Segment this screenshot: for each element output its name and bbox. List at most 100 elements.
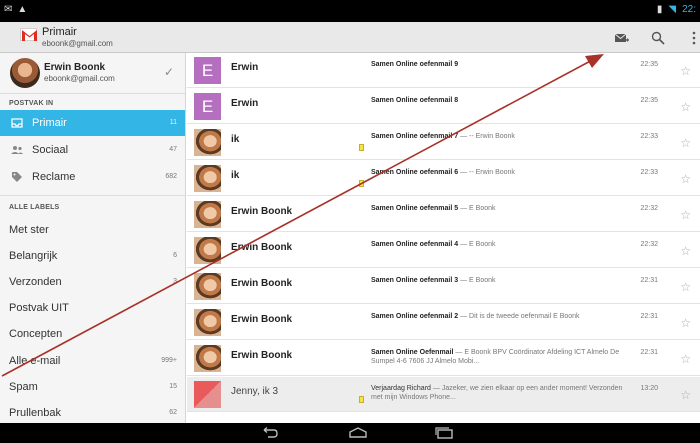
sidebar-item-concepten[interactable]: Concepten (0, 321, 185, 347)
divider (0, 93, 185, 94)
email-time: 22:31 (640, 313, 658, 320)
people-icon (10, 143, 24, 157)
email-row[interactable]: Erwin Boonk Samen Online oefenmail 5 — E… (187, 197, 700, 232)
avatar[interactable] (194, 345, 221, 372)
avatar[interactable]: E (194, 57, 221, 84)
email-subject: Samen Online oefenmail 3 — E Boonk (371, 277, 496, 284)
email-row[interactable]: ik Samen Online oefenmail 6 — -- Erwin B… (187, 161, 700, 196)
email-subject: Samen Online oefenmail 7 — -- Erwin Boon… (371, 133, 515, 140)
clock-text: 22: (682, 4, 696, 15)
email-row[interactable]: E Erwin Samen Online oefenmail 9 22:35 ☆ (187, 53, 700, 88)
account-email: eboonk@gmail.com (44, 74, 115, 83)
sidebar-item-met-ster[interactable]: Met ster (0, 217, 185, 243)
check-icon: ✓ (163, 65, 174, 79)
star-icon[interactable]: ☆ (680, 316, 691, 330)
sidebar-item-primair[interactable]: Primair 11 (0, 110, 185, 136)
email-list: E Erwin Samen Online oefenmail 9 22:35 ☆… (187, 53, 700, 423)
email-sender: Erwin Boonk (231, 206, 293, 217)
star-icon[interactable]: ☆ (680, 352, 691, 366)
star-icon[interactable]: ☆ (680, 388, 691, 402)
avatar[interactable] (194, 129, 221, 156)
divider (0, 195, 185, 196)
star-icon[interactable]: ☆ (680, 64, 691, 78)
email-sender: Erwin (231, 98, 259, 109)
email-subject: Samen Online oefenmail 2 — Dit is de twe… (371, 313, 580, 320)
email-row[interactable]: Erwin Boonk Samen Online oefenmail 3 — E… (187, 269, 700, 304)
email-time: 22:32 (640, 205, 658, 212)
action-bar: Primair eboonk@gmail.com (0, 22, 700, 53)
avatar[interactable] (194, 201, 221, 228)
email-subject: Samen Online oefenmail 8 (371, 97, 459, 104)
section-header-inbox: POSTVAK IN (9, 100, 54, 107)
email-time: 22:32 (640, 241, 658, 248)
account-row[interactable]: Erwin Boonk eboonk@gmail.com ✓ (0, 53, 185, 93)
inbox-icon (10, 116, 24, 130)
gmail-notification-icon: ✉ (4, 4, 13, 15)
important-marker-icon[interactable] (359, 396, 364, 403)
search-icon[interactable] (650, 30, 666, 46)
email-time: 22:31 (640, 277, 658, 284)
email-time: 22:33 (640, 133, 658, 140)
back-icon[interactable] (260, 426, 280, 443)
email-time: 22:35 (640, 61, 658, 68)
email-time: 22:33 (640, 169, 658, 176)
email-sender: ik (231, 134, 240, 145)
overflow-menu-icon[interactable] (686, 30, 700, 46)
avatar[interactable] (194, 309, 221, 336)
section-header-labels: ALLE LABELS (9, 204, 60, 211)
recent-apps-icon[interactable] (433, 426, 455, 443)
system-nav-bar (0, 423, 700, 443)
email-row[interactable]: E Erwin Samen Online oefenmail 8 22:35 ☆ (187, 89, 700, 124)
gmail-logo-icon[interactable] (20, 28, 37, 41)
avatar[interactable] (194, 381, 221, 408)
star-icon[interactable]: ☆ (680, 100, 691, 114)
signal-icon: ▮ (656, 4, 663, 15)
email-subject: Samen Online oefenmail 9 (371, 61, 459, 68)
sidebar-item-belangrijk[interactable]: Belangrijk 6 (0, 243, 185, 269)
email-sender: Jenny, ik 3 (231, 386, 279, 397)
email-sender: ik (231, 170, 240, 181)
account-email: eboonk@gmail.com (42, 39, 113, 48)
avatar[interactable]: E (194, 93, 221, 120)
email-subject: Samen Online oefenmail 6 — -- Erwin Boon… (371, 169, 515, 176)
wifi-icon: ◥ (668, 4, 677, 15)
email-time: 22:35 (640, 97, 658, 104)
email-row[interactable]: Erwin Boonk Samen Online oefenmail 4 — E… (187, 233, 700, 268)
account-title[interactable]: Primair (42, 26, 77, 38)
avatar[interactable] (194, 273, 221, 300)
sidebar-item-alle-email[interactable]: Alle e-mail 999+ (0, 348, 185, 374)
email-subject: Samen Online oefenmail 4 — E Boonk (371, 241, 496, 248)
star-icon[interactable]: ☆ (680, 208, 691, 222)
avatar[interactable] (194, 165, 221, 192)
compose-icon[interactable] (614, 30, 630, 46)
home-icon[interactable] (347, 426, 369, 443)
email-subject: Samen Online oefenmail 5 — E Boonk (371, 205, 496, 212)
avatar (10, 58, 40, 88)
email-row[interactable]: ik Samen Online oefenmail 7 — -- Erwin B… (187, 125, 700, 160)
sidebar-item-spam[interactable]: Spam 15 (0, 374, 185, 400)
email-row[interactable]: Jenny, ik 3 Verjaardag Richard — Jazeker… (187, 377, 700, 412)
star-icon[interactable]: ☆ (680, 280, 691, 294)
account-name: Erwin Boonk (44, 62, 106, 73)
email-sender: Erwin Boonk (231, 314, 293, 325)
star-icon[interactable]: ☆ (680, 136, 691, 150)
email-sender: Erwin (231, 62, 259, 73)
important-marker-icon[interactable] (359, 144, 364, 151)
person-icon: ▲ (17, 4, 28, 15)
email-time: 13:20 (640, 385, 658, 392)
sidebar-item-sociaal[interactable]: Sociaal 47 (0, 137, 185, 163)
email-subject: Samen Online Oefenmail — E Boonk BPV Coö… (371, 349, 620, 365)
email-sender: Erwin Boonk (231, 278, 293, 289)
sidebar-item-postvak-uit[interactable]: Postvak UIT (0, 295, 185, 321)
sidebar-item-reclame[interactable]: Reclame 682 (0, 164, 185, 190)
star-icon[interactable]: ☆ (680, 172, 691, 186)
email-sender: Erwin Boonk (231, 242, 293, 253)
email-row[interactable]: Erwin Boonk Samen Online Oefenmail — E B… (187, 341, 700, 376)
sidebar-item-verzonden[interactable]: Verzonden 3 (0, 269, 185, 295)
star-icon[interactable]: ☆ (680, 244, 691, 258)
email-row[interactable]: Erwin Boonk Samen Online oefenmail 2 — D… (187, 305, 700, 340)
sidebar-item-prullenbak[interactable]: Prullenbak 62 (0, 400, 185, 423)
important-marker-icon[interactable] (359, 180, 364, 187)
avatar[interactable] (194, 237, 221, 264)
email-time: 22:31 (640, 349, 658, 356)
